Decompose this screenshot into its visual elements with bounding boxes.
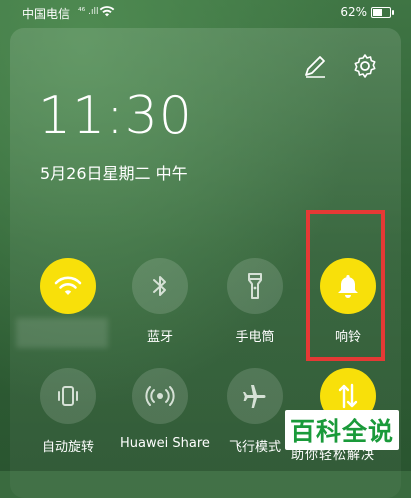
tile-auto-rotate-button[interactable] <box>40 368 96 424</box>
signal-strength: ⁴⁶ .ıll <box>78 7 99 17</box>
wifi-status-icon <box>99 4 115 21</box>
bluetooth-icon <box>153 276 166 296</box>
carrier-name: 中国电信 <box>22 7 71 21</box>
tile-wifi[interactable] <box>28 258 108 314</box>
tile-flashlight-button[interactable] <box>227 258 283 314</box>
flashlight-icon <box>248 273 262 299</box>
tile-bluetooth[interactable]: 蓝牙 <box>120 258 200 345</box>
battery-icon <box>371 7 394 18</box>
watermark: 百科全说 助你轻松解决 <box>277 402 409 471</box>
wifi-icon <box>54 276 82 295</box>
tile-huawei-share-label: Huawei Share <box>120 436 210 451</box>
rotate-icon <box>58 386 78 406</box>
tile-flashlight-label: 手电筒 <box>235 330 275 345</box>
edit-icon[interactable] <box>301 52 329 80</box>
tile-airplane-button[interactable] <box>227 368 283 424</box>
battery-fill <box>373 9 382 16</box>
share-icon <box>145 386 175 406</box>
clock-date: 5月26日星期二 中午 <box>40 164 188 183</box>
tile-flashlight[interactable]: 手电筒 <box>215 258 295 345</box>
tile-huawei-share[interactable]: Huawei Share <box>120 368 210 451</box>
watermark-tagline: 助你轻松解决 <box>291 448 376 463</box>
redacted-label <box>16 318 108 348</box>
tile-bluetooth-button[interactable] <box>132 258 188 314</box>
tile-bluetooth-label: 蓝牙 <box>146 330 173 345</box>
tile-wifi-button[interactable] <box>40 258 96 314</box>
status-bar: 中国电信 ⁴⁶ .ıll 62% <box>0 0 411 26</box>
gear-icon[interactable] <box>351 52 379 80</box>
highlight-box <box>306 210 385 361</box>
airplane-icon <box>243 385 266 408</box>
tile-huawei-share-button[interactable] <box>132 368 188 424</box>
clock-time: 11:30 <box>38 86 193 146</box>
tile-auto-rotate-label: 自动旋转 <box>41 440 94 455</box>
tile-auto-rotate[interactable]: 自动旋转 <box>28 368 108 455</box>
battery-percent: 62% <box>340 5 367 19</box>
